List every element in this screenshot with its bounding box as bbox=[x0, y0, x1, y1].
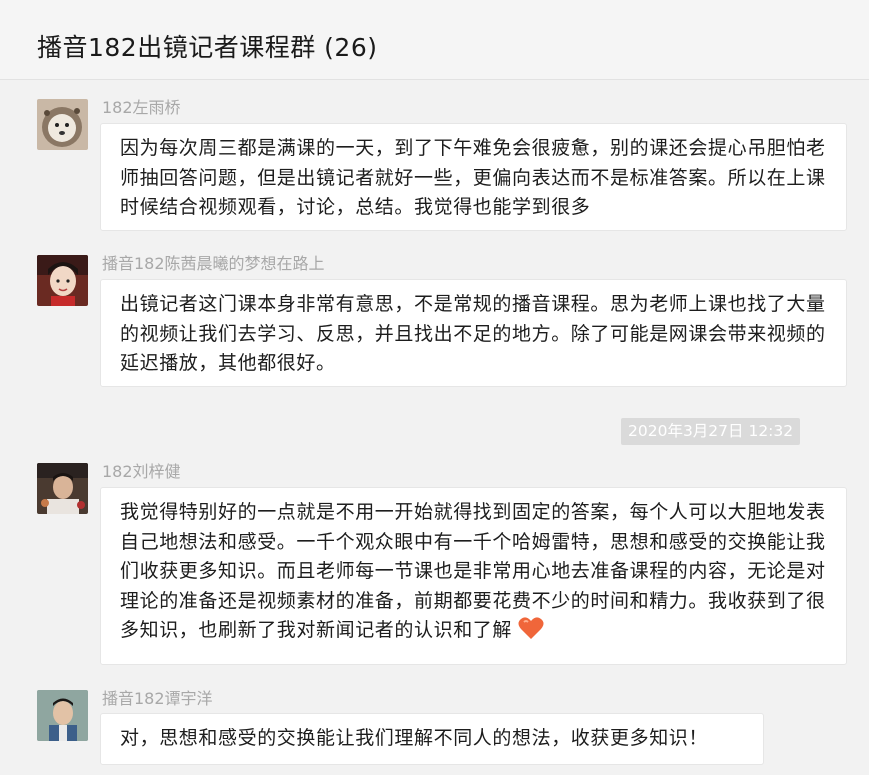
chat-header: 播音182出镜记者课程群 (26) bbox=[0, 0, 869, 80]
sender-name: 182左雨桥 bbox=[102, 98, 181, 117]
chat-timestamp: 2020年3月27日 12:32 bbox=[621, 418, 801, 445]
sender-name: 播音182谭宇洋 bbox=[102, 689, 213, 708]
avatar[interactable] bbox=[37, 463, 88, 514]
avatar[interactable] bbox=[37, 255, 88, 306]
message-bubble[interactable]: 出镜记者这门课本身非常有意思，不是常规的播音课程。思为老师上课也找了大量的视频让… bbox=[100, 279, 847, 387]
avatar[interactable] bbox=[37, 690, 88, 741]
avatar[interactable] bbox=[37, 99, 88, 150]
sender-name: 播音182陈茜晨曦的梦想在路上 bbox=[102, 254, 325, 273]
message-text: 我觉得特别好的一点就是不用一开始就得找到固定的答案，每个人可以大胆地发表自己地想… bbox=[120, 501, 826, 641]
sender-name: 182刘梓健 bbox=[102, 462, 181, 481]
heart-emoji-icon bbox=[518, 616, 544, 650]
message-bubble[interactable]: 因为每次周三都是满课的一天，到了下午难免会很疲惫，别的课还会提心吊胆怕老师抽回答… bbox=[100, 123, 847, 231]
message-bubble[interactable]: 对，思想和感受的交换能让我们理解不同人的想法，收获更多知识！ bbox=[100, 713, 764, 765]
message-bubble[interactable]: 我觉得特别好的一点就是不用一开始就得找到固定的答案，每个人可以大胆地发表自己地想… bbox=[100, 487, 847, 665]
group-title: 播音182出镜记者课程群 (26) bbox=[37, 33, 378, 62]
